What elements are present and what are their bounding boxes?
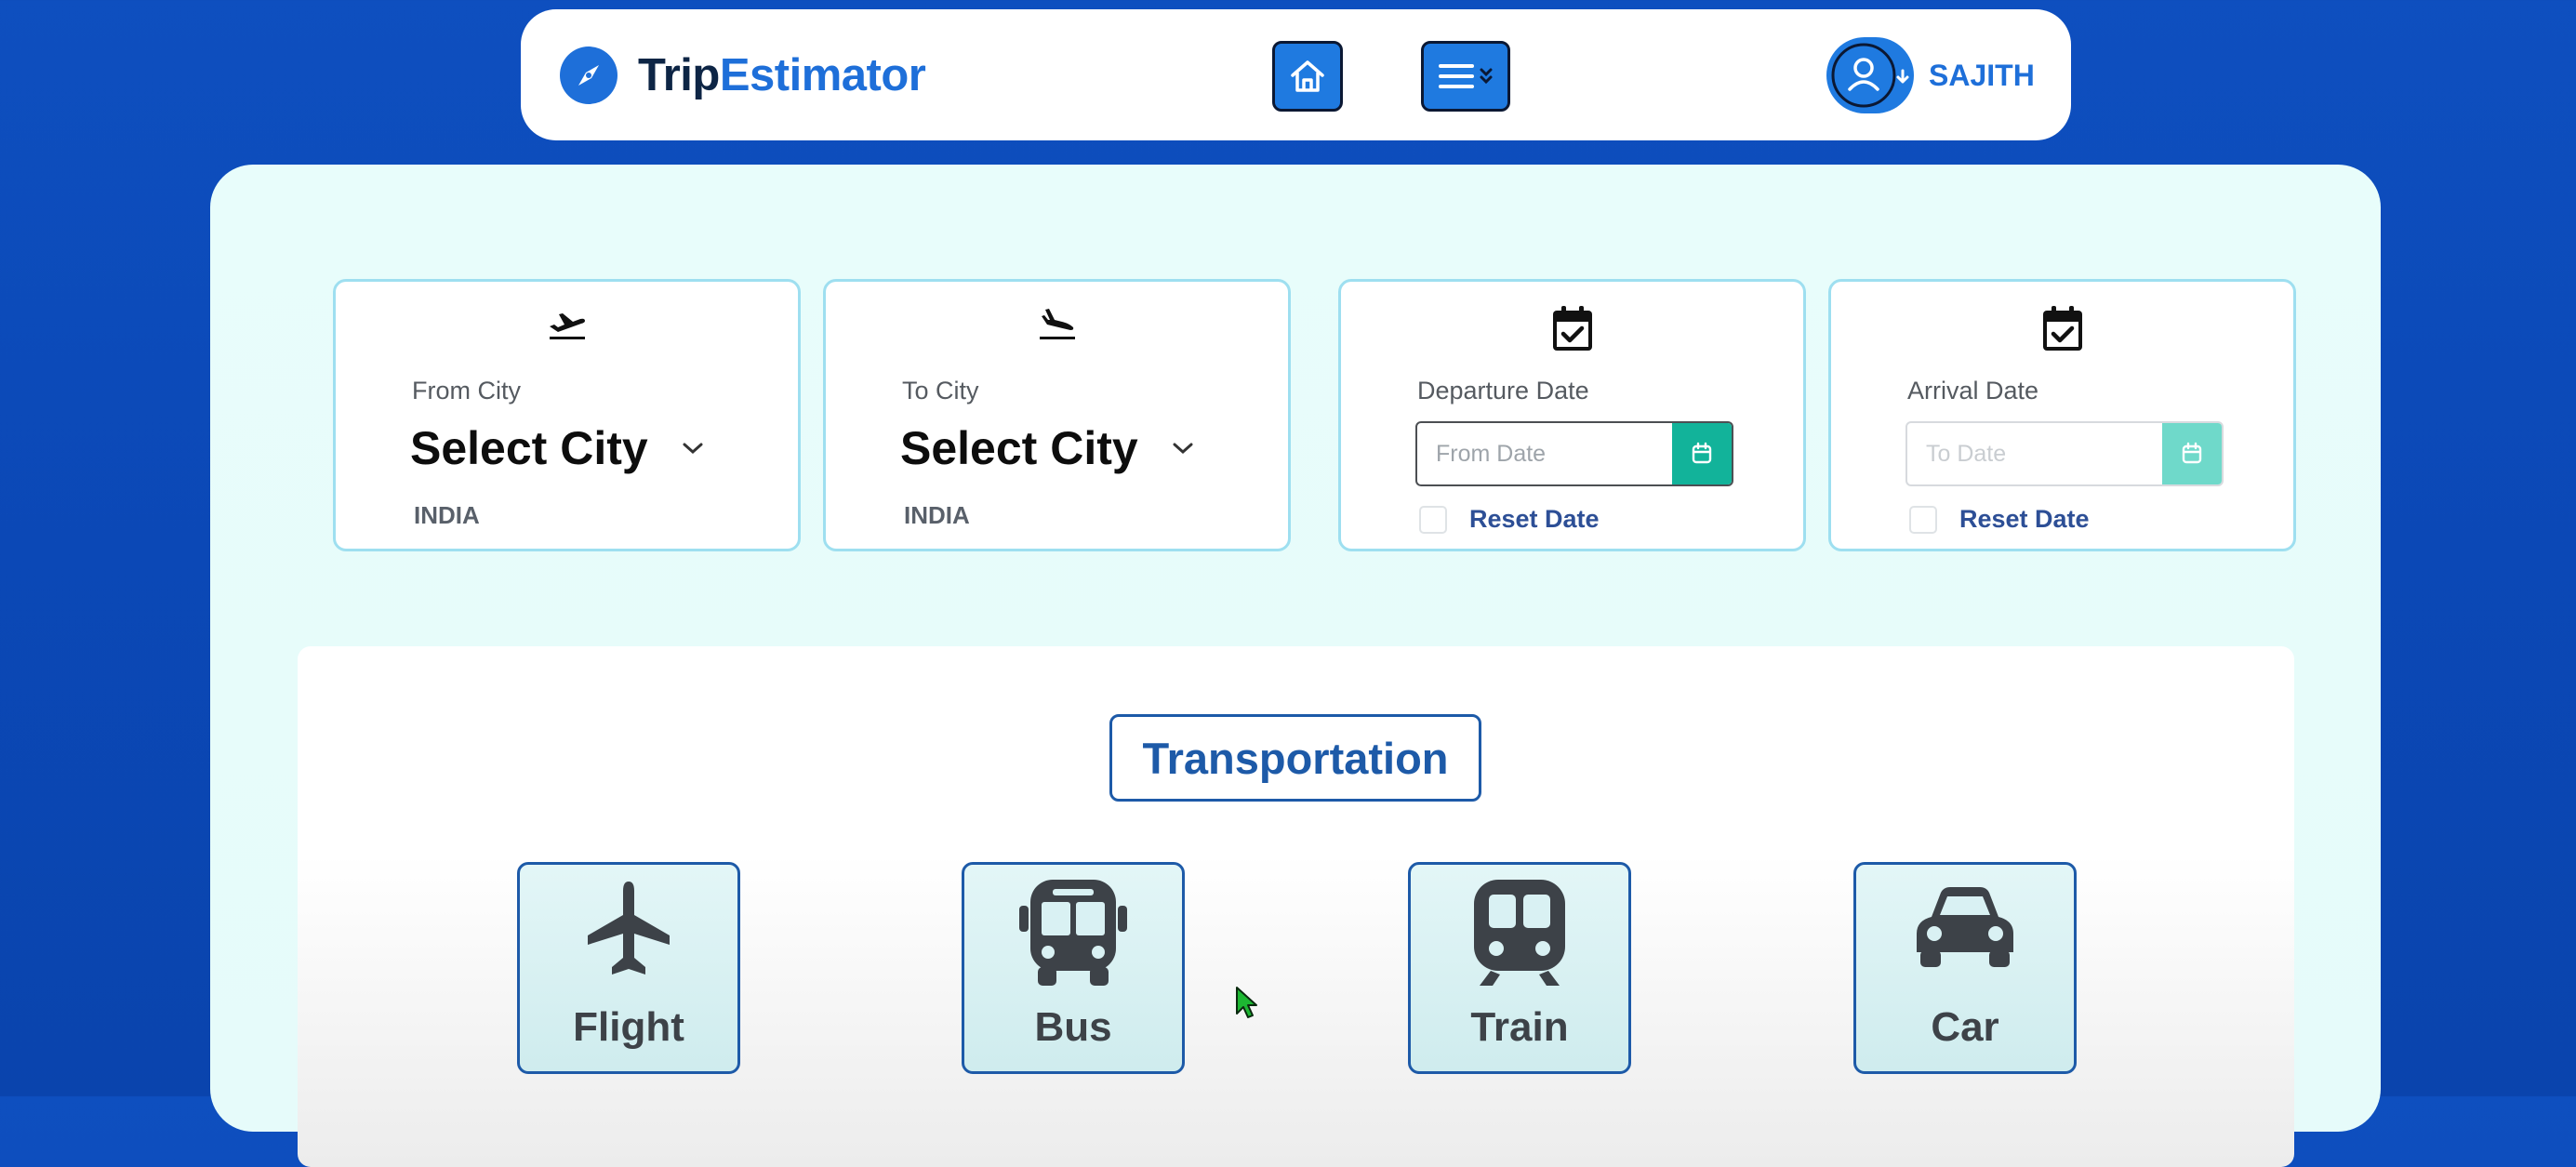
user-icon [1831, 43, 1909, 108]
arrival-date-field[interactable]: To Date [1905, 421, 2224, 486]
plane-arrival-icon [1039, 309, 1075, 339]
from-city-label: From City [412, 377, 521, 404]
from-country: INDIA [414, 501, 480, 529]
calendar-icon [2182, 442, 2202, 464]
departure-reset-label[interactable]: Reset Date [1469, 505, 1600, 534]
user-menu[interactable]: SAJITH [1826, 37, 2035, 113]
mode-car-button[interactable]: Car [1853, 862, 2077, 1074]
mode-flight-label[interactable]: Flight [520, 1004, 737, 1051]
chevron-down-icon[interactable] [1172, 441, 1194, 456]
departure-date-card: Departure Date From Date Reset Date [1338, 279, 1806, 551]
calendar-check-icon [1552, 306, 1592, 351]
mode-bus-button[interactable]: Bus [962, 862, 1185, 1074]
mode-train-label[interactable]: Train [1411, 1004, 1628, 1051]
transportation-section: Transportation Flight Bus Train Car [298, 646, 2294, 1167]
arrival-date-input[interactable]: To Date [1907, 423, 2162, 484]
mode-flight-button[interactable]: Flight [517, 862, 740, 1074]
brand-name-part1: Trip [638, 50, 720, 100]
menu-icon [1439, 64, 1493, 88]
home-icon [1291, 60, 1324, 92]
bus-icon [1019, 880, 1127, 986]
departure-date-label: Departure Date [1417, 377, 1589, 404]
from-city-card[interactable]: From City Select City INDIA [333, 279, 801, 551]
from-city-value[interactable]: Select City [410, 421, 648, 475]
avatar[interactable] [1826, 37, 1914, 113]
train-icon [1474, 880, 1565, 986]
plane-icon [588, 882, 670, 975]
calendar-icon [1692, 442, 1712, 464]
departure-date-input[interactable]: From Date [1417, 423, 1672, 484]
chevron-down-icon[interactable] [682, 441, 704, 456]
brand-name-part2: Estimator [719, 50, 926, 100]
top-navbar: Trip Estimator SAJITH [521, 9, 2071, 140]
from-city-select[interactable]: Select City [410, 421, 704, 475]
departure-reset[interactable]: Reset Date [1419, 505, 1600, 534]
departure-calendar-button[interactable] [1672, 423, 1732, 484]
transportation-title: Transportation [1109, 714, 1481, 802]
to-country: INDIA [904, 501, 970, 529]
departure-reset-checkbox[interactable] [1419, 505, 1447, 534]
plane-departure-icon [549, 313, 585, 339]
arrival-reset[interactable]: Reset Date [1909, 505, 2090, 534]
departure-date-field[interactable]: From Date [1415, 421, 1733, 486]
car-icon [1917, 887, 2013, 967]
arrival-date-card: Arrival Date To Date Reset Date [1828, 279, 2296, 551]
to-city-value[interactable]: Select City [900, 421, 1138, 475]
main-panel: From City Select City INDIA To City Sele… [210, 165, 2381, 1167]
to-city-select[interactable]: Select City [900, 421, 1194, 475]
arrival-reset-label[interactable]: Reset Date [1959, 505, 2090, 534]
arrival-date-label: Arrival Date [1907, 377, 2039, 404]
mode-car-label[interactable]: Car [1856, 1004, 2074, 1051]
mode-bus-label[interactable]: Bus [964, 1004, 1182, 1051]
home-button[interactable] [1272, 41, 1343, 112]
arrival-calendar-button[interactable] [2162, 423, 2222, 484]
menu-button[interactable] [1421, 41, 1510, 112]
brand[interactable]: Trip Estimator [560, 45, 926, 106]
user-name[interactable]: SAJITH [1929, 59, 2035, 93]
calendar-check-icon [2042, 306, 2082, 351]
arrival-reset-checkbox[interactable] [1909, 505, 1937, 534]
brand-name: Trip Estimator [638, 49, 926, 101]
to-city-card[interactable]: To City Select City INDIA [823, 279, 1291, 551]
mode-train-button[interactable]: Train [1408, 862, 1631, 1074]
mouse-cursor-icon [1236, 987, 1257, 1018]
compass-icon [560, 46, 617, 104]
to-city-label: To City [902, 377, 979, 404]
